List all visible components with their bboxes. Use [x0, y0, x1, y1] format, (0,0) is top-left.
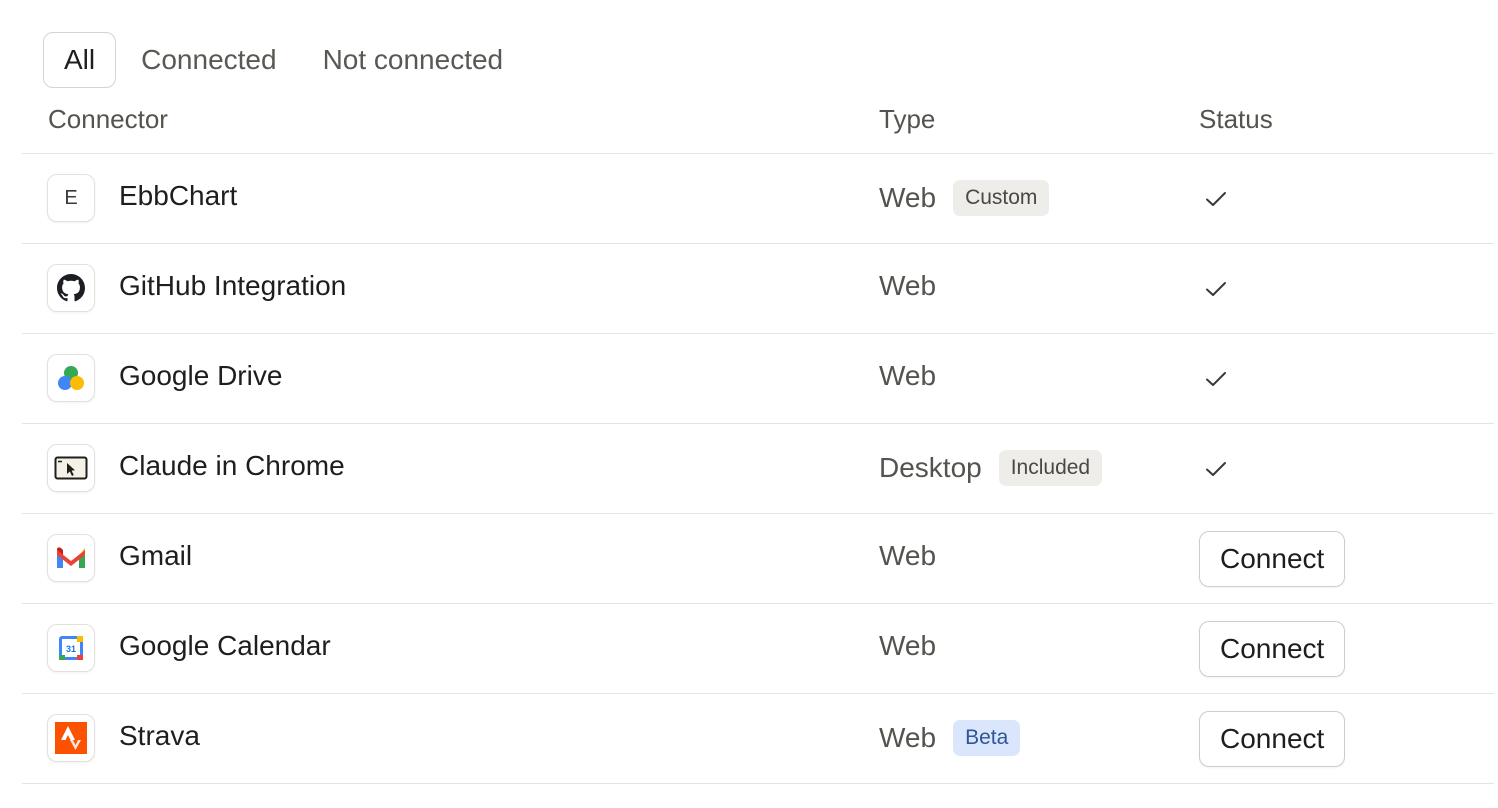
- check-icon: [1206, 191, 1226, 206]
- connector-name: EbbChart: [119, 180, 238, 211]
- connector-table: E EbbChart Web Custom GitHub Integration…: [22, 154, 1494, 784]
- column-header-type[interactable]: Type: [879, 104, 935, 135]
- included-badge: Included: [998, 450, 1103, 486]
- type-label: Desktop: [879, 452, 982, 483]
- filter-tabs: All Connected Not connected: [43, 32, 528, 88]
- status-cell: Connect: [1199, 514, 1346, 603]
- status-cell: [1199, 424, 1228, 513]
- ebbchart-logo-icon: E: [47, 174, 95, 222]
- type-label: Web: [879, 540, 937, 571]
- check-icon: [1206, 461, 1226, 476]
- calendar-day-number: 31: [66, 644, 76, 654]
- type-label: Web: [879, 630, 937, 661]
- check-icon: [1206, 281, 1226, 296]
- column-header-connector[interactable]: Connector: [48, 104, 168, 135]
- table-row[interactable]: Claude in Chrome Desktop Included: [22, 424, 1494, 514]
- table-row[interactable]: GitHub Integration Web: [22, 244, 1494, 334]
- tab-all[interactable]: All: [43, 32, 117, 88]
- connector-name: Strava: [119, 720, 200, 751]
- connector-name: GitHub Integration: [119, 270, 347, 301]
- status-cell: [1199, 334, 1228, 423]
- status-cell: Connect: [1199, 604, 1346, 693]
- table-row[interactable]: Google Drive Web: [22, 334, 1494, 424]
- custom-badge: Custom: [953, 180, 1050, 216]
- connector-type: Desktop Included: [879, 450, 1103, 486]
- github-logo-icon: [47, 264, 95, 312]
- status-cell: [1199, 154, 1228, 243]
- connector-name: Google Calendar: [119, 630, 331, 661]
- strava-logo-icon: [47, 714, 95, 762]
- connector-type: Web Custom: [879, 180, 1050, 216]
- connect-button[interactable]: Connect: [1199, 710, 1346, 767]
- tab-connected[interactable]: Connected: [120, 32, 297, 88]
- table-row[interactable]: 31 Google Calendar Web Connect: [22, 604, 1494, 694]
- connector-type: Web Beta: [879, 720, 1021, 756]
- connector-name: Claude in Chrome: [119, 450, 345, 481]
- status-cell: Connect: [1199, 694, 1346, 783]
- type-label: Web: [879, 270, 937, 301]
- connector-type: Web: [879, 270, 936, 302]
- type-label: Web: [879, 360, 937, 391]
- tab-not-connected[interactable]: Not connected: [302, 32, 525, 88]
- google-calendar-logo-icon: 31: [47, 624, 95, 672]
- table-row[interactable]: Strava Web Beta Connect: [22, 694, 1494, 784]
- table-row[interactable]: E EbbChart Web Custom: [22, 154, 1494, 244]
- logo-letter: E: [64, 186, 78, 209]
- connector-name: Gmail: [119, 540, 193, 571]
- browser-cursor-icon: [47, 444, 95, 492]
- type-label: Web: [879, 722, 937, 753]
- connect-button[interactable]: Connect: [1199, 530, 1346, 587]
- gmail-logo-icon: [47, 534, 95, 582]
- table-header: Connector Type Status: [22, 100, 1494, 154]
- connector-name: Google Drive: [119, 360, 283, 391]
- table-row[interactable]: Gmail Web Connect: [22, 514, 1494, 604]
- status-cell: [1199, 244, 1228, 333]
- connector-type: Web: [879, 360, 936, 392]
- connect-button[interactable]: Connect: [1199, 620, 1346, 677]
- beta-badge: Beta: [953, 720, 1021, 756]
- check-icon: [1206, 371, 1226, 386]
- connector-type: Web: [879, 630, 936, 662]
- google-drive-logo-icon: [47, 354, 95, 402]
- connector-type: Web: [879, 540, 936, 572]
- type-label: Web: [879, 182, 937, 213]
- column-header-status[interactable]: Status: [1199, 104, 1273, 135]
